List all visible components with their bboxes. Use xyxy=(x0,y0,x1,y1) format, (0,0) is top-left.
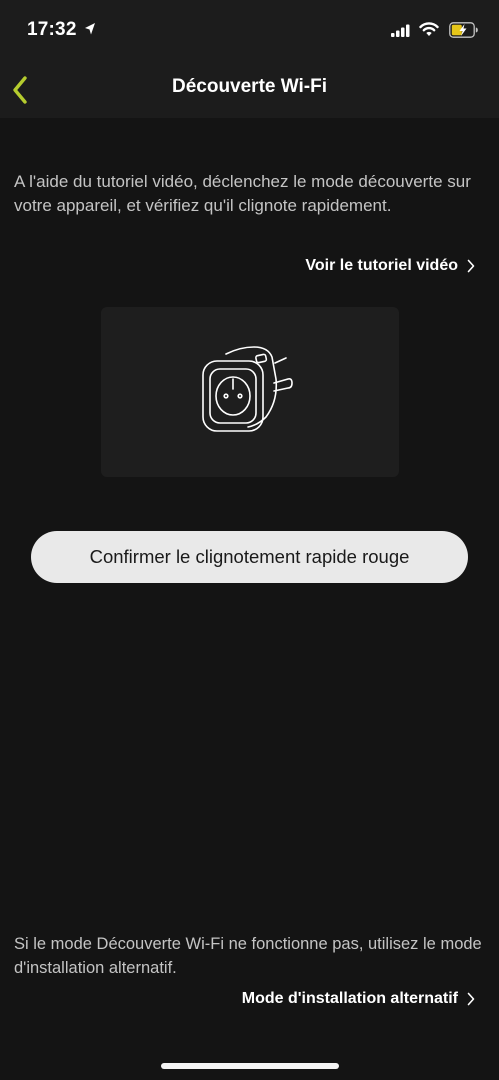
video-tutorial-link-label: Voir le tutoriel vidéo xyxy=(305,257,458,274)
page-title: Découverte Wi-Fi xyxy=(171,76,328,97)
battery-charging-icon xyxy=(449,22,478,38)
status-time: 17:32 xyxy=(27,19,77,40)
chevron-right-icon xyxy=(467,992,475,1006)
smart-plug-illustration xyxy=(202,346,293,432)
video-tutorial-link[interactable]: Voir le tutoriel vidéo xyxy=(305,257,475,275)
device-illustration-card xyxy=(101,307,399,477)
navigation-bar: Découverte Wi-Fi xyxy=(0,62,499,118)
cellular-signal-icon xyxy=(391,24,410,37)
alternative-install-link-label: Mode d'installation alternatif xyxy=(241,990,458,1007)
confirm-blinking-button[interactable]: Confirmer le clignotement rapide rouge xyxy=(31,531,468,583)
home-indicator[interactable] xyxy=(161,1063,339,1069)
chevron-right-icon xyxy=(467,259,475,273)
wifi-icon xyxy=(419,22,439,36)
status-bar: 17:32 xyxy=(0,0,499,62)
location-arrow-icon xyxy=(85,23,95,35)
alternative-mode-text: Si le mode Découverte Wi-Fi ne fonctionn… xyxy=(14,935,482,977)
alternative-install-link[interactable]: Mode d'installation alternatif xyxy=(242,990,475,1008)
instruction-text: A l'aide du tutoriel vidéo, déclenchez l… xyxy=(14,172,471,215)
